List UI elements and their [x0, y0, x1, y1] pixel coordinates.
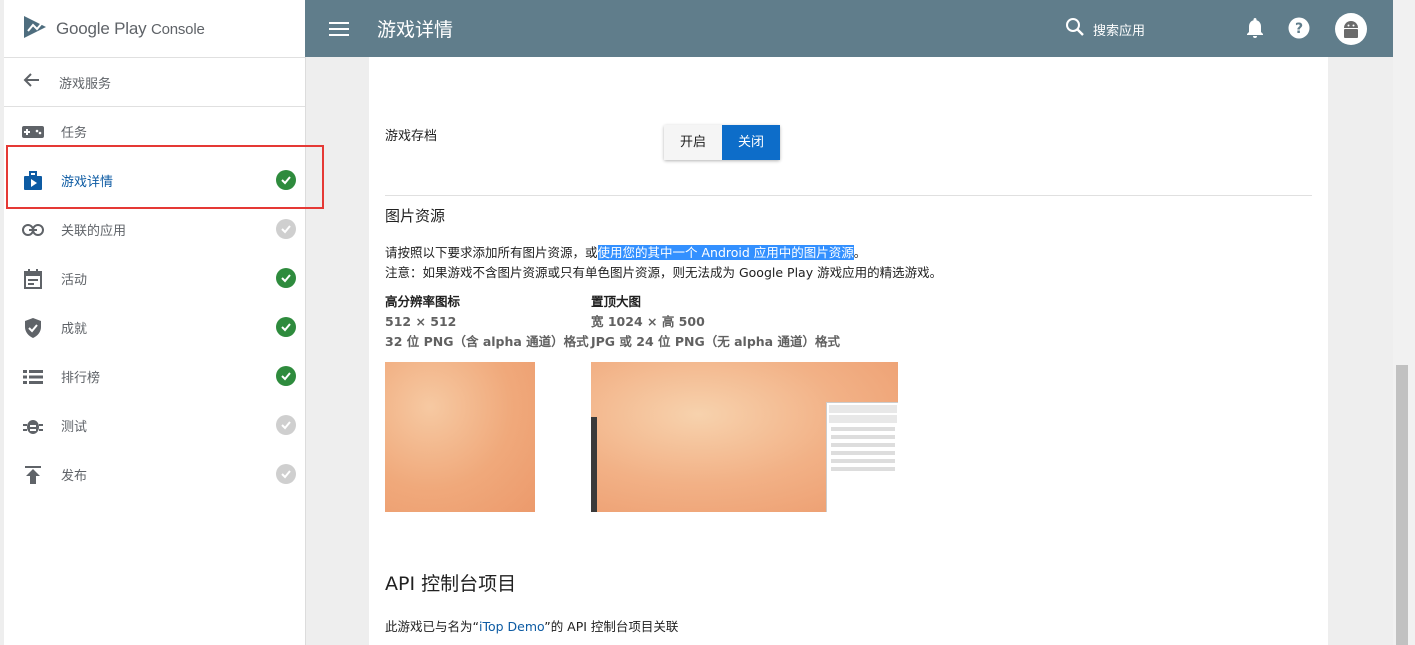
- hamburger-menu-icon[interactable]: [329, 18, 351, 40]
- saved-games-toggle: 开启 关闭: [664, 125, 781, 160]
- sidebar-item-testing[interactable]: 测试: [4, 401, 305, 450]
- arrow-left-icon: [22, 70, 42, 94]
- gamepad-icon: [22, 121, 44, 143]
- hi-res-icon-size: 512 × 512: [385, 314, 457, 329]
- sidebar-item-game-details[interactable]: 游戏详情: [4, 156, 305, 205]
- instruction-line-1: 请按照以下要求添加所有图片资源，或使用您的其中一个 Android 应用中的图片…: [385, 245, 867, 260]
- logo[interactable]: Google Play Console: [4, 0, 305, 58]
- hi-res-icon-image[interactable]: [385, 362, 535, 512]
- sidebar-item-label: 排行榜: [61, 371, 101, 386]
- sidebar-item-label: 测试: [61, 420, 88, 435]
- sidebar-item-label: 活动: [61, 273, 88, 288]
- sidebar-item-label: 关联的应用: [61, 224, 127, 239]
- game-details-card: 游戏存档 开启 关闭 图片资源 请按照以下要求添加所有图片资源，或使用您的其中一…: [369, 57, 1328, 645]
- briefcase-play-icon: [22, 170, 44, 192]
- api-console-section-title: API 控制台项目: [385, 573, 517, 595]
- check-circle-icon: [276, 415, 296, 435]
- saved-games-on-button[interactable]: 开启: [664, 125, 723, 160]
- graphics-instructions: 请按照以下要求添加所有图片资源，或使用您的其中一个 Android 应用中的图片…: [385, 243, 1305, 283]
- shield-check-icon: [22, 317, 44, 339]
- sidebar-item-events[interactable]: 活动: [4, 254, 305, 303]
- notifications-bell-icon[interactable]: [1245, 17, 1265, 43]
- sidebar-item-leaderboards[interactable]: 排行榜: [4, 352, 305, 401]
- screenshot-dock-edge: [591, 417, 597, 512]
- page-title: 游戏详情: [377, 19, 454, 41]
- help-icon[interactable]: ?: [1288, 17, 1310, 43]
- search-label: 搜索应用: [1093, 23, 1146, 39]
- sidebar: Google Play Console 游戏服务 任务 游戏详情 关联的应用 活…: [4, 0, 306, 645]
- link-icon: [22, 219, 44, 241]
- bug-icon: [22, 415, 44, 437]
- instruction-line-2: 注意：如果游戏不含图片资源或只有单色图片资源，则无法成为 Google Play…: [385, 265, 943, 280]
- api-console-description: 此游戏已与名为“iTop Demo”的 API 控制台项目关联: [385, 619, 679, 634]
- logo-text: Google Play Console: [56, 18, 205, 38]
- hi-res-icon-format: 32 位 PNG（含 alpha 通道）格式: [385, 334, 589, 349]
- check-circle-icon: [276, 464, 296, 484]
- back-label: 游戏服务: [59, 76, 112, 92]
- saved-games-off-button[interactable]: 关闭: [722, 125, 781, 160]
- sidebar-item-publishing[interactable]: 发布: [4, 450, 305, 499]
- api-project-link[interactable]: iTop Demo: [479, 619, 544, 634]
- feature-graphic-image[interactable]: [591, 362, 898, 512]
- section-divider: [385, 195, 1312, 196]
- check-circle-icon: [276, 219, 296, 239]
- feature-graphic-format: JPG 或 24 位 PNG（无 alpha 通道）格式: [591, 334, 840, 349]
- sidebar-item-achievements[interactable]: 成就: [4, 303, 305, 352]
- check-circle-icon: [276, 366, 296, 386]
- search-icon: [1065, 17, 1085, 41]
- play-console-logo-icon: [22, 14, 48, 44]
- list-icon: [22, 366, 44, 388]
- hi-res-icon-heading: 高分辨率图标: [385, 294, 461, 309]
- sidebar-item-linked-apps[interactable]: 关联的应用: [4, 205, 305, 254]
- use-app-graphics-link[interactable]: 使用您的其中一个 Android 应用中的图片资源: [597, 245, 854, 260]
- embedded-screenshot-window: [826, 402, 898, 512]
- android-avatar-icon[interactable]: [1335, 13, 1367, 45]
- feature-graphic-heading: 置顶大图: [591, 294, 642, 309]
- check-circle-icon: [276, 268, 296, 288]
- top-app-bar: 游戏详情 搜索应用 ?: [305, 0, 1393, 57]
- sidebar-item-label: 任务: [61, 126, 88, 141]
- check-circle-icon: [276, 317, 296, 337]
- feature-graphic-size: 宽 1024 × 高 500: [591, 314, 705, 329]
- sidebar-item-label: 发布: [61, 469, 88, 484]
- saved-games-label: 游戏存档: [385, 129, 438, 144]
- svg-text:?: ?: [1295, 21, 1303, 37]
- calendar-icon: [22, 268, 44, 290]
- sidebar-item-label: 游戏详情: [61, 175, 114, 190]
- sidebar-item-tasks[interactable]: 任务: [4, 107, 305, 156]
- feature-graphic-spec: 置顶大图 宽 1024 × 高 500 JPG 或 24 位 PNG（无 alp…: [591, 292, 840, 352]
- search-apps-button[interactable]: 搜索应用: [1065, 17, 1145, 41]
- hi-res-icon-spec: 高分辨率图标 512 × 512 32 位 PNG（含 alpha 通道）格式: [385, 292, 589, 352]
- graphics-section-title: 图片资源: [385, 207, 446, 225]
- publish-icon: [22, 464, 44, 486]
- sidebar-item-label: 成就: [61, 322, 88, 337]
- check-circle-icon: [276, 170, 296, 190]
- scrollbar-thumb[interactable]: [1396, 365, 1408, 645]
- back-link[interactable]: 游戏服务: [4, 58, 305, 107]
